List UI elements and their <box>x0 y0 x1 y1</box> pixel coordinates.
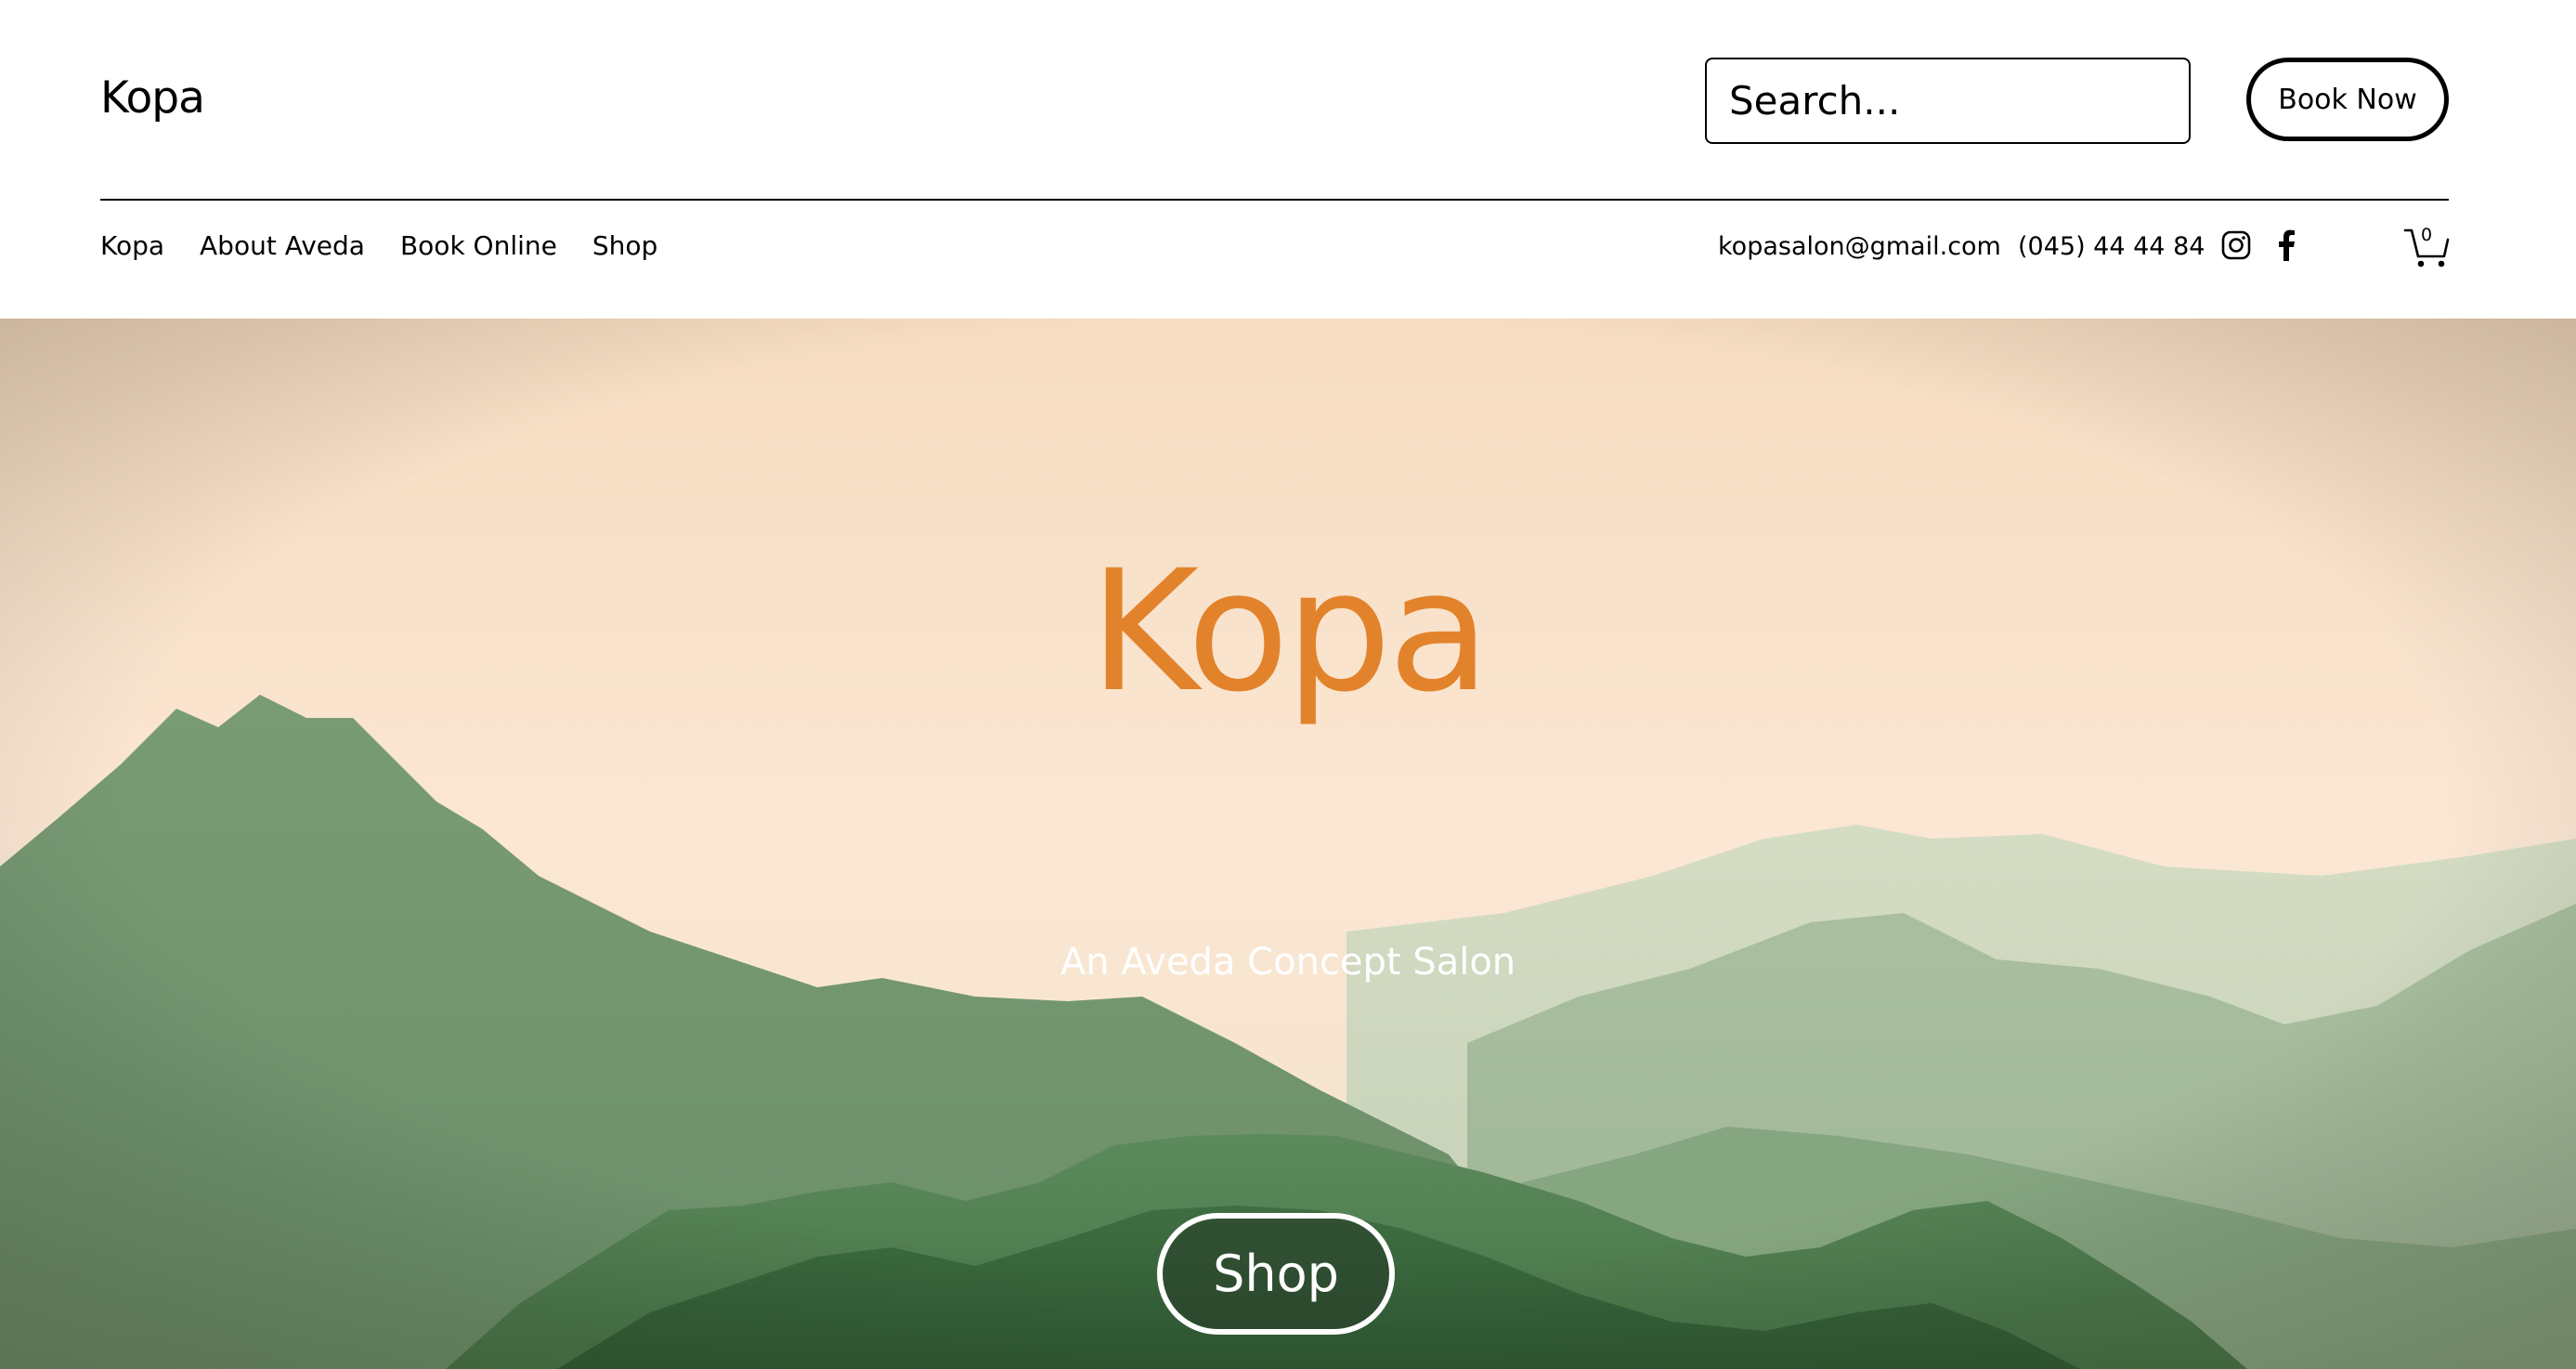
header-divider <box>100 199 2449 201</box>
hero-section: Kopa An Aveda Concept Salon Shop <box>0 319 2576 1369</box>
book-now-button[interactable]: Book Now <box>2246 58 2449 141</box>
nav-item-kopa[interactable]: Kopa <box>100 230 164 261</box>
instagram-link[interactable] <box>2221 230 2251 260</box>
site-header: Kopa Book Now Kopa About Aveda Book Onli… <box>0 0 2576 319</box>
hero-background-image <box>0 319 2576 1369</box>
nav-item-book-online[interactable]: Book Online <box>400 230 557 261</box>
facebook-icon <box>2279 229 2295 261</box>
nav-item-about-aveda[interactable]: About Aveda <box>200 230 365 261</box>
nav-item-shop[interactable]: Shop <box>592 230 657 261</box>
cart-button[interactable]: 0 <box>2403 225 2450 269</box>
main-nav: Kopa About Aveda Book Online Shop <box>100 230 657 261</box>
hero-title: Kopa <box>1089 535 1490 729</box>
search-bar <box>1705 58 2191 144</box>
social-links <box>2221 229 2296 261</box>
cart-count: 0 <box>2421 225 2433 245</box>
hero-shop-button[interactable]: Shop <box>1157 1213 1395 1335</box>
search-input[interactable] <box>1707 59 2189 142</box>
instagram-icon <box>2221 230 2251 260</box>
site-logo[interactable]: Kopa <box>100 72 205 124</box>
facebook-link[interactable] <box>2277 229 2296 261</box>
contact-email[interactable]: kopasalon@gmail.com <box>1718 232 2001 261</box>
contact-phone: (045) 44 44 84 <box>2018 232 2205 261</box>
page: Kopa Book Now Kopa About Aveda Book Onli… <box>0 0 2576 1369</box>
hero-subtitle: An Aveda Concept Salon <box>1060 941 1516 984</box>
